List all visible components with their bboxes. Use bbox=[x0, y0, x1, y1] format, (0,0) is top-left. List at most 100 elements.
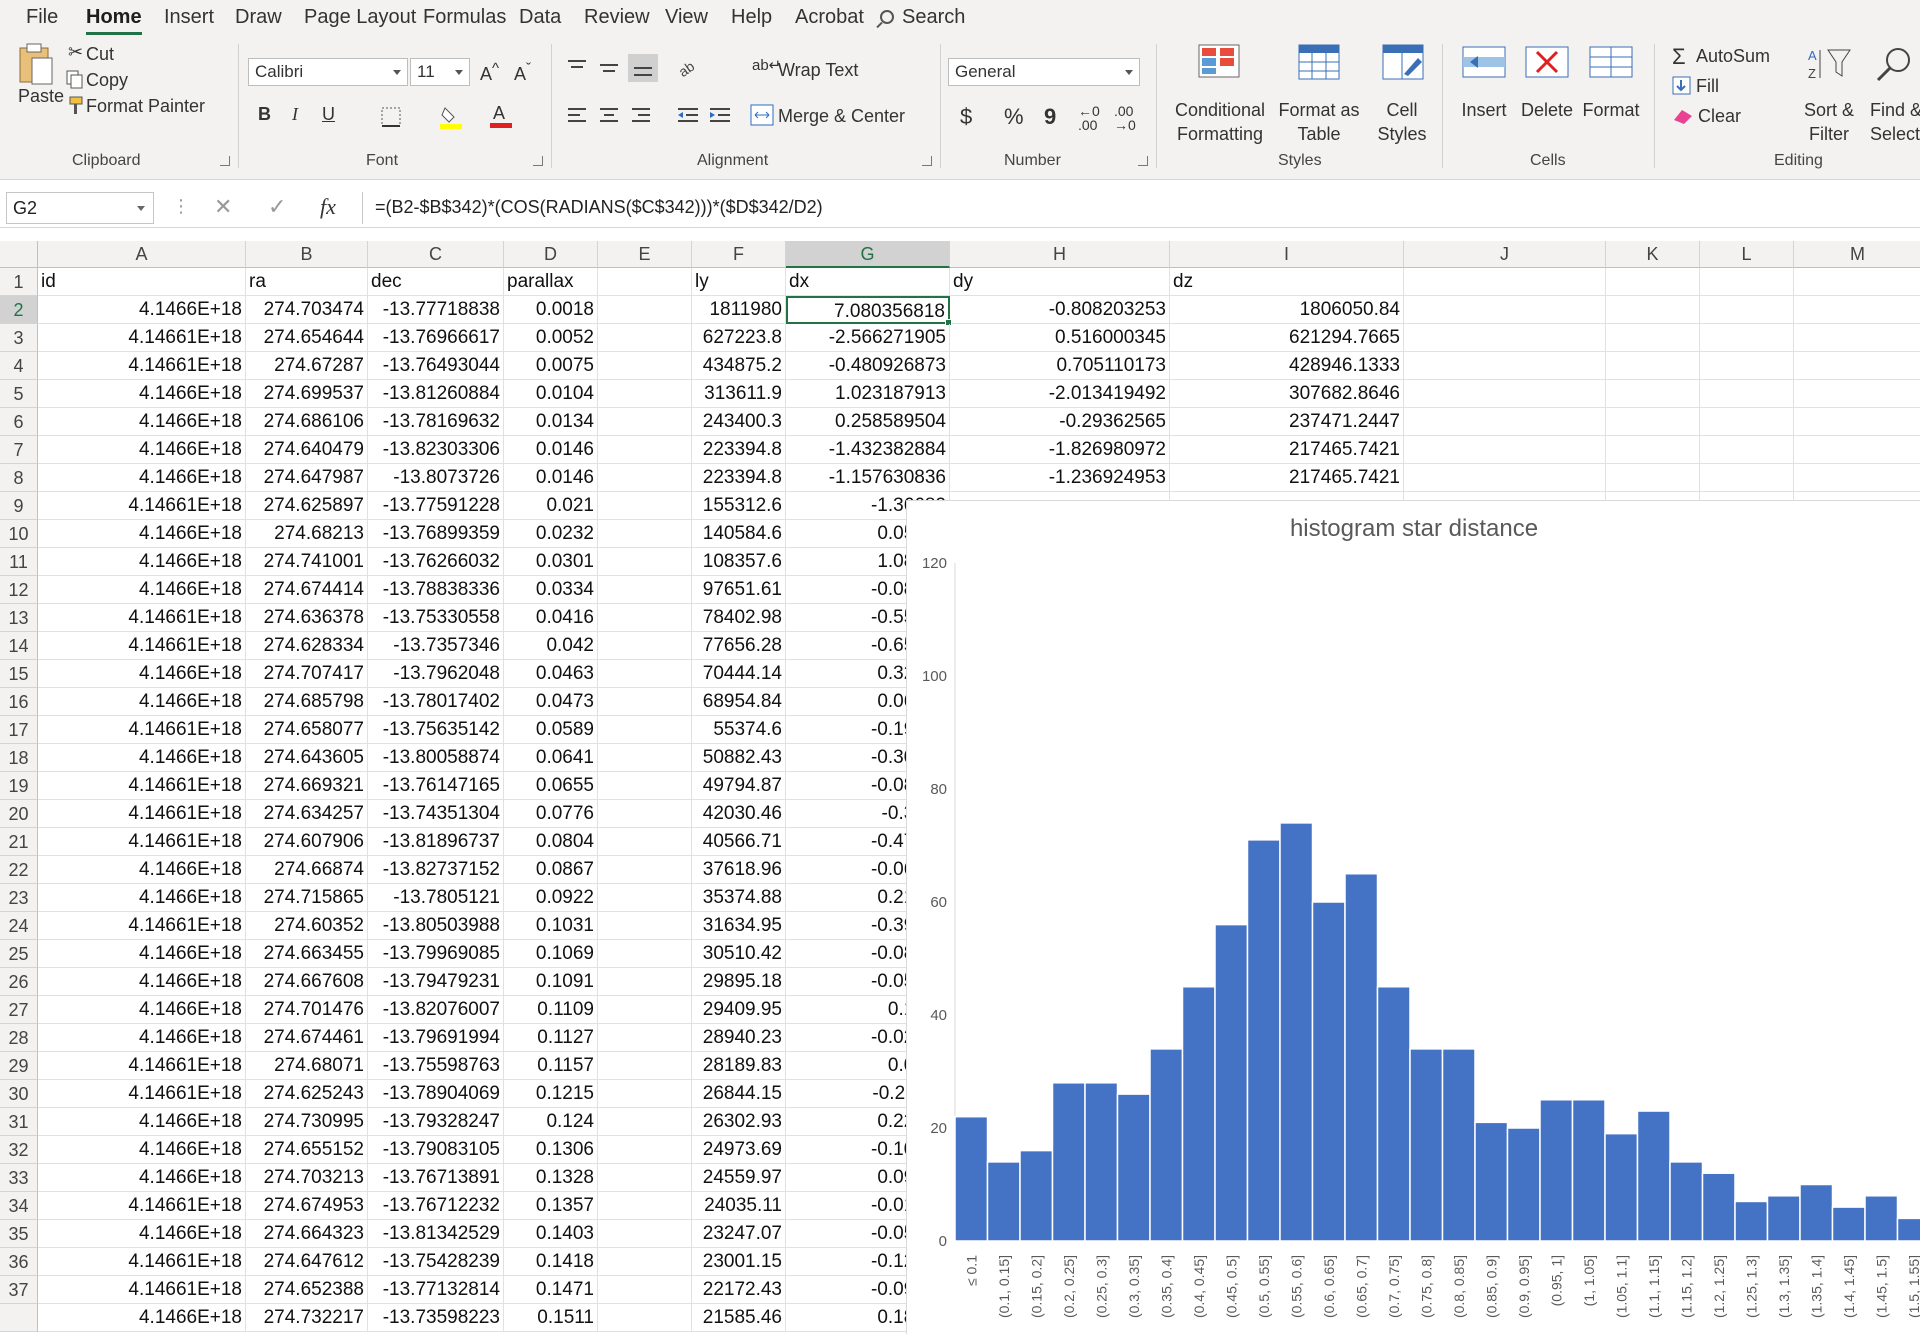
cell-e[interactable] bbox=[598, 1024, 692, 1052]
column-header-m[interactable]: M bbox=[1794, 241, 1920, 268]
cell-j[interactable] bbox=[1404, 464, 1606, 492]
format-as-table-button[interactable]: Format as Table bbox=[1274, 40, 1364, 148]
cell-f[interactable]: 31634.95 bbox=[692, 912, 786, 940]
cell-c[interactable]: -13.77718838 bbox=[368, 296, 504, 324]
increase-indent-icon[interactable] bbox=[708, 106, 732, 131]
cell-e[interactable] bbox=[598, 744, 692, 772]
cell-a[interactable]: 4.1466E+18 bbox=[38, 744, 246, 772]
cell-c[interactable]: -13.78838336 bbox=[368, 576, 504, 604]
row-header[interactable]: 4 bbox=[0, 352, 38, 380]
cell-i[interactable]: 1806050.84 bbox=[1170, 296, 1404, 324]
cell-e[interactable] bbox=[598, 380, 692, 408]
cell-d[interactable]: 0.0146 bbox=[504, 464, 598, 492]
cell-d[interactable]: 0.0104 bbox=[504, 380, 598, 408]
cell-d[interactable]: 0.1511 bbox=[504, 1304, 598, 1332]
cell-c[interactable]: -13.7962048 bbox=[368, 660, 504, 688]
cell-k[interactable] bbox=[1606, 380, 1700, 408]
cell-b[interactable]: 274.669321 bbox=[246, 772, 368, 800]
row-header[interactable]: 11 bbox=[0, 548, 38, 576]
histogram-bar[interactable] bbox=[1279, 822, 1314, 1242]
cell-f[interactable]: 26844.15 bbox=[692, 1080, 786, 1108]
cell-l[interactable] bbox=[1700, 436, 1794, 464]
row-header[interactable]: 35 bbox=[0, 1220, 38, 1248]
cell-f[interactable]: 155312.6 bbox=[692, 492, 786, 520]
cell-b[interactable]: ra bbox=[246, 268, 368, 296]
cell-f[interactable]: 26302.93 bbox=[692, 1108, 786, 1136]
cell-d[interactable]: 0.0655 bbox=[504, 772, 598, 800]
cell-j[interactable] bbox=[1404, 436, 1606, 464]
cell-b[interactable]: 274.628334 bbox=[246, 632, 368, 660]
column-header-h[interactable]: H bbox=[950, 241, 1170, 268]
row-header[interactable]: 13 bbox=[0, 604, 38, 632]
cell-f[interactable]: 223394.8 bbox=[692, 464, 786, 492]
cell-a[interactable]: 4.1466E+18 bbox=[38, 576, 246, 604]
row-header[interactable] bbox=[0, 1304, 38, 1332]
cell-b[interactable]: 274.699537 bbox=[246, 380, 368, 408]
cell-e[interactable] bbox=[598, 1052, 692, 1080]
cell-b[interactable]: 274.663455 bbox=[246, 940, 368, 968]
cell-a[interactable]: 4.14661E+18 bbox=[38, 1052, 246, 1080]
cell-e[interactable] bbox=[598, 296, 692, 324]
cell-e[interactable] bbox=[598, 912, 692, 940]
cell-e[interactable] bbox=[598, 772, 692, 800]
orientation-icon[interactable]: ab bbox=[675, 56, 704, 83]
column-header-d[interactable]: D bbox=[504, 241, 598, 268]
cell-f[interactable]: 29409.95 bbox=[692, 996, 786, 1024]
cell-b[interactable]: 274.68213 bbox=[246, 520, 368, 548]
histogram-bar[interactable] bbox=[1376, 986, 1411, 1242]
cell-e[interactable] bbox=[598, 884, 692, 912]
cell-j[interactable] bbox=[1404, 352, 1606, 380]
font-color-button[interactable]: A bbox=[490, 102, 514, 135]
cell-b[interactable]: 274.658077 bbox=[246, 716, 368, 744]
align-bottom-icon[interactable] bbox=[628, 54, 658, 82]
cell-c[interactable]: -13.75635142 bbox=[368, 716, 504, 744]
cell-e[interactable] bbox=[598, 996, 692, 1024]
tab-page-layout[interactable]: Page Layout bbox=[304, 6, 416, 29]
histogram-bar[interactable] bbox=[1311, 901, 1346, 1242]
column-header-l[interactable]: L bbox=[1700, 241, 1794, 268]
cell-c[interactable]: -13.73598223 bbox=[368, 1304, 504, 1332]
enter-icon[interactable]: ✓ bbox=[268, 194, 286, 220]
cell-f[interactable]: 77656.28 bbox=[692, 632, 786, 660]
cell-g[interactable]: -1.432382884 bbox=[786, 436, 950, 464]
histogram-bar[interactable] bbox=[1701, 1172, 1736, 1242]
cell-b[interactable]: 274.685798 bbox=[246, 688, 368, 716]
cell-f[interactable]: 30510.42 bbox=[692, 940, 786, 968]
cell-f[interactable]: 78402.98 bbox=[692, 604, 786, 632]
cell-g[interactable]: -0.480926873 bbox=[786, 352, 950, 380]
increase-font-size-icon[interactable]: A^ bbox=[480, 60, 499, 85]
cell-f[interactable]: 49794.87 bbox=[692, 772, 786, 800]
cell-b[interactable]: 274.68071 bbox=[246, 1052, 368, 1080]
histogram-bar[interactable] bbox=[1864, 1195, 1899, 1242]
histogram-bar[interactable] bbox=[1539, 1099, 1574, 1242]
cell-b[interactable]: 274.730995 bbox=[246, 1108, 368, 1136]
font-launcher-icon[interactable] bbox=[533, 156, 543, 166]
cell-d[interactable]: 0.0232 bbox=[504, 520, 598, 548]
cell-k[interactable] bbox=[1606, 268, 1700, 296]
row-header[interactable]: 33 bbox=[0, 1164, 38, 1192]
cell-d[interactable]: 0.0052 bbox=[504, 324, 598, 352]
cell-m[interactable] bbox=[1794, 268, 1920, 296]
cell-f[interactable]: 23001.15 bbox=[692, 1248, 786, 1276]
currency-button[interactable]: $ bbox=[960, 104, 972, 130]
row-header[interactable]: 6 bbox=[0, 408, 38, 436]
cell-e[interactable] bbox=[598, 1248, 692, 1276]
histogram-bar[interactable] bbox=[1571, 1099, 1606, 1242]
cell-a[interactable]: 4.14661E+18 bbox=[38, 716, 246, 744]
row-header[interactable]: 2 bbox=[0, 296, 38, 324]
cell-g[interactable]: dx bbox=[786, 268, 950, 296]
cell-a[interactable]: 4.1466E+18 bbox=[38, 1108, 246, 1136]
cell-f[interactable]: 28189.83 bbox=[692, 1052, 786, 1080]
font-size-select[interactable]: 11 bbox=[410, 58, 470, 86]
cell-a[interactable]: 4.14661E+18 bbox=[38, 772, 246, 800]
cell-f[interactable]: 627223.8 bbox=[692, 324, 786, 352]
cell-b[interactable]: 274.640479 bbox=[246, 436, 368, 464]
cell-d[interactable]: 0.0416 bbox=[504, 604, 598, 632]
cell-f[interactable]: 28940.23 bbox=[692, 1024, 786, 1052]
cell-g[interactable]: 1.023187913 bbox=[786, 380, 950, 408]
cell-d[interactable]: 0.0804 bbox=[504, 828, 598, 856]
increase-decimal-icon[interactable]: ←0.00 bbox=[1078, 104, 1100, 132]
row-header[interactable]: 37 bbox=[0, 1276, 38, 1304]
histogram-bar[interactable] bbox=[1019, 1149, 1054, 1242]
italic-button[interactable]: I bbox=[292, 104, 298, 125]
